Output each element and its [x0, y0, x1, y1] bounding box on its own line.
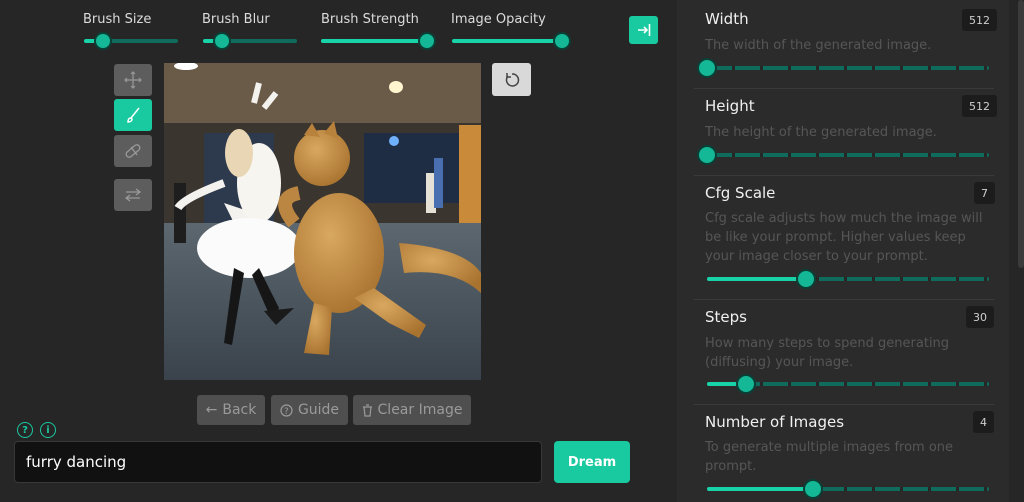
brush-size-label: Brush Size [83, 8, 151, 27]
brush-blur-slider[interactable] [203, 32, 297, 50]
collapse-panel-button[interactable] [629, 16, 658, 44]
clear-image-label: Clear Image [377, 402, 463, 418]
prompt-input[interactable] [14, 441, 542, 483]
cfg-scale-description: Cfg scale adjusts how much the image wil… [705, 211, 983, 264]
steps-value-badge: 30 [966, 306, 994, 328]
rotate-button[interactable] [492, 63, 531, 96]
clear-image-button[interactable]: Clear Image [353, 395, 471, 425]
dream-label: Dream [567, 454, 617, 470]
guide-label: Guide [297, 402, 340, 418]
steps-slider[interactable] [707, 374, 989, 394]
slider-fill [707, 277, 806, 281]
height-slider[interactable] [697, 145, 989, 165]
divider [694, 404, 994, 405]
height-value-badge: 512 [962, 95, 997, 117]
help-icon[interactable]: ? [17, 422, 33, 438]
settings-scrollbar[interactable] [1018, 0, 1024, 268]
cfg-scale-value-badge: 7 [974, 182, 995, 204]
rotate-icon [505, 72, 519, 87]
generated-image [164, 63, 481, 380]
slider-thumb[interactable] [697, 58, 717, 78]
width-slider[interactable] [697, 58, 989, 78]
brush-blur-label: Brush Blur [202, 8, 270, 27]
generated-image-canvas[interactable] [164, 63, 481, 380]
height-title: Height [705, 97, 755, 115]
image-opacity-slider[interactable] [452, 32, 571, 50]
divider [694, 175, 994, 176]
number-of-images-value-badge: 4 [973, 411, 994, 433]
slider-fill [321, 39, 427, 43]
slider-thumb[interactable] [212, 32, 231, 50]
info-icon[interactable]: i [40, 422, 56, 438]
brush-size-text: Brush Size [83, 12, 152, 27]
number-of-images-description: To generate multiple images from one pro… [705, 440, 954, 474]
height-description: The height of the generated image. [705, 125, 937, 140]
divider [694, 88, 994, 89]
brush-tool-button[interactable] [114, 99, 152, 131]
back-button[interactable]: ← Back [197, 395, 265, 425]
trash-icon [362, 403, 372, 417]
slider-thumb[interactable] [418, 32, 436, 50]
arrow-left-icon: ← [205, 402, 218, 418]
guide-button[interactable]: ? Guide [271, 395, 348, 425]
image-opacity-text: Image Opacity [451, 12, 546, 27]
slider-track [707, 153, 989, 157]
divider [694, 299, 994, 300]
move-tool-button[interactable] [114, 64, 152, 96]
swap-icon [124, 188, 142, 202]
svg-text:?: ? [284, 407, 289, 417]
brush-strength-slider[interactable] [321, 32, 436, 50]
brush-blur-text: Brush Blur [202, 12, 270, 27]
dream-button[interactable]: Dream [554, 441, 630, 483]
slider-thumb[interactable] [736, 374, 757, 394]
width-title: Width [705, 10, 749, 28]
steps-title: Steps [705, 308, 747, 326]
width-description: The width of the generated image. [705, 38, 932, 53]
cfg-scale-title: Cfg Scale [705, 184, 776, 202]
slider-thumb[interactable] [697, 145, 717, 165]
slider-fill [452, 39, 562, 43]
slider-track [707, 66, 989, 70]
steps-description: How many steps to spend generating (diff… [705, 336, 950, 370]
number-of-images-title: Number of Images [705, 413, 845, 431]
number-of-images-slider[interactable] [707, 479, 989, 499]
width-value-badge: 512 [962, 9, 997, 31]
cfg-scale-slider[interactable] [707, 269, 989, 289]
brush-icon [127, 107, 140, 123]
collapse-panel-icon [637, 24, 650, 36]
swap-tool-button[interactable] [114, 179, 152, 211]
help-circle-icon: ? [280, 403, 293, 417]
eraser-icon [125, 144, 141, 158]
brush-size-slider[interactable] [84, 32, 178, 50]
eraser-tool-button[interactable] [114, 135, 152, 167]
slider-thumb[interactable] [795, 269, 816, 289]
back-label: Back [222, 402, 257, 418]
move-icon [124, 71, 142, 89]
brush-strength-text: Brush Strength [321, 12, 419, 27]
slider-thumb[interactable] [553, 32, 571, 50]
slider-fill [707, 487, 813, 491]
slider-thumb[interactable] [802, 479, 823, 499]
slider-thumb[interactable] [93, 32, 112, 50]
brush-strength-label: Brush Strength [321, 8, 419, 27]
image-opacity-label: Image Opacity [451, 8, 546, 27]
